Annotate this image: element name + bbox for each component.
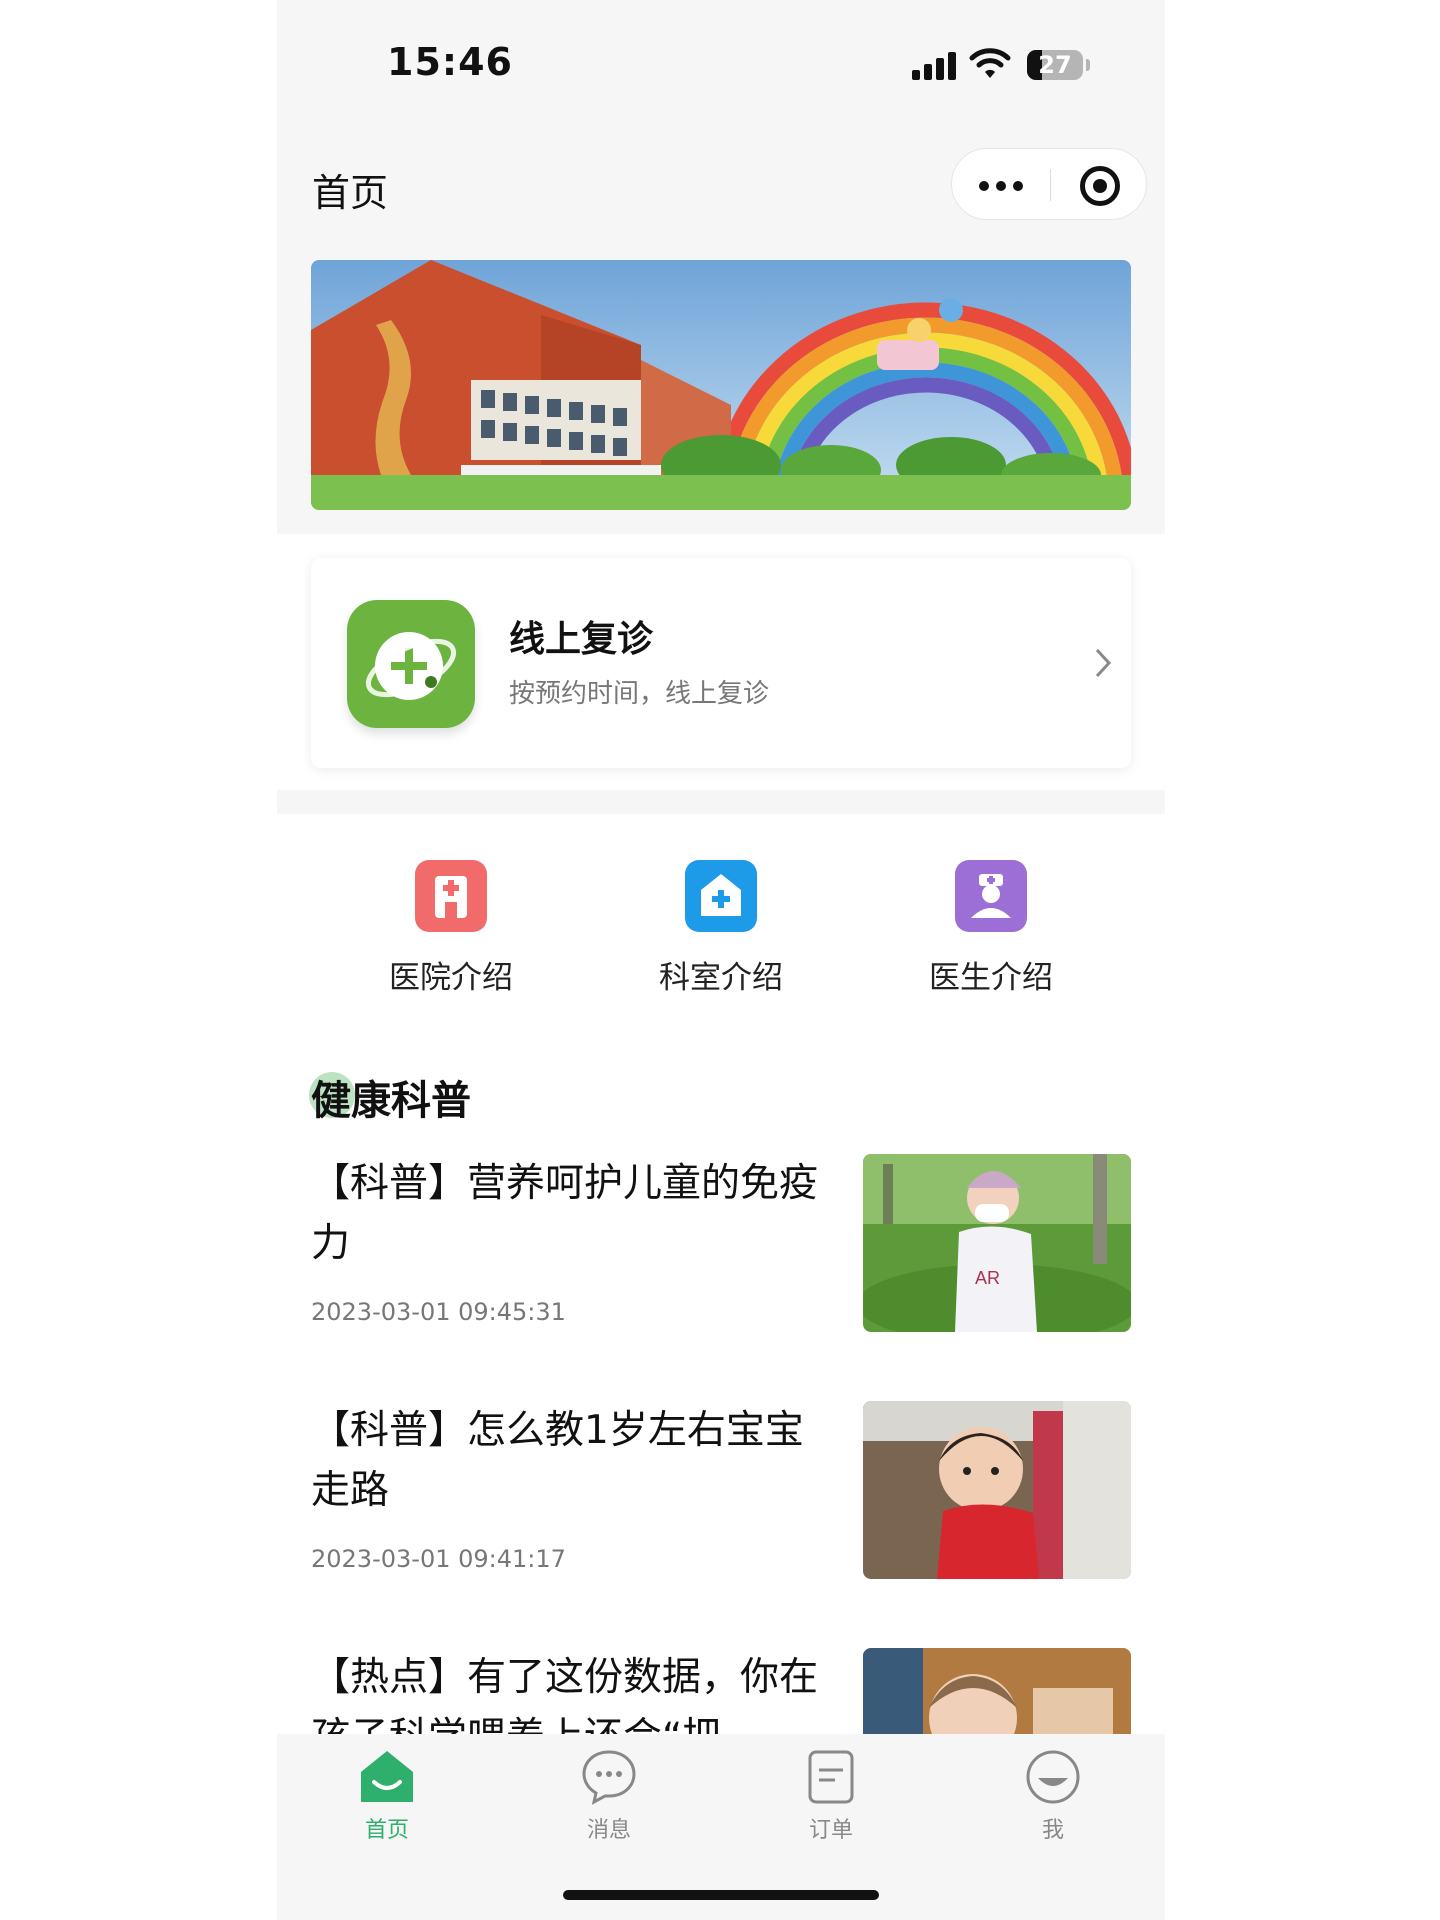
- svg-text:AR: AR: [975, 1268, 1000, 1288]
- hospital-icon: [415, 860, 487, 932]
- entry-label: 医生介绍: [929, 960, 1053, 996]
- home-indicator: [563, 1890, 879, 1900]
- chevron-right-icon: [1095, 648, 1112, 678]
- capsule-divider: [1050, 169, 1051, 201]
- wifi-icon: [969, 48, 1011, 78]
- article-thumbnail[interactable]: AR: [863, 1154, 1131, 1332]
- tab-orders[interactable]: 订单: [771, 1748, 891, 1844]
- tab-label: 消息: [586, 1818, 631, 1843]
- status-time: 15:46: [387, 40, 513, 84]
- home-icon: [358, 1748, 416, 1806]
- entry-department-intro[interactable]: 科室介绍: [621, 860, 821, 997]
- online-visit-section: 线上复诊 按预约时间，线上复诊: [277, 534, 1165, 814]
- page-title: 首页: [312, 171, 389, 215]
- entry-label: 科室介绍: [659, 960, 783, 996]
- message-icon: [580, 1748, 638, 1806]
- department-icon: [685, 860, 757, 932]
- entry-doctor-intro[interactable]: 医生介绍: [891, 860, 1091, 997]
- tab-label: 我: [1041, 1818, 1064, 1843]
- more-button[interactable]: [952, 149, 1050, 221]
- nav-header: 首页: [277, 130, 1165, 534]
- quick-entries: 医院介绍 科室介绍 医生介绍: [277, 860, 1165, 1010]
- section-divider: [277, 790, 1165, 814]
- order-icon: [802, 1748, 860, 1806]
- battery-icon: 27: [1027, 50, 1083, 80]
- section-title: 健康科普: [311, 1078, 471, 1124]
- signal-icon: [912, 50, 958, 80]
- tab-label: 订单: [808, 1818, 853, 1843]
- tab-profile[interactable]: 我: [993, 1748, 1113, 1844]
- article-thumbnail[interactable]: [863, 1401, 1131, 1579]
- entry-label: 医院介绍: [389, 960, 513, 996]
- article-title: 【科普】营养呵护儿童的免疫力: [311, 1161, 819, 1266]
- battery-level: 27: [1038, 51, 1072, 79]
- article-item[interactable]: 【科普】怎么教1岁左右宝宝走路 2023-03-01 09:41:17: [311, 1401, 1131, 1601]
- phone-screen: 15:46 27 首页 线上复诊 按预约时间，线上复诊 医院介绍 科室介绍 医生…: [277, 0, 1165, 1920]
- article-item[interactable]: 【科普】营养呵护儿童的免疫力 2023-03-01 09:45:31 AR: [311, 1154, 1131, 1354]
- close-mini-program-button[interactable]: [1080, 166, 1120, 206]
- tab-home[interactable]: 首页: [327, 1748, 447, 1844]
- tab-messages[interactable]: 消息: [549, 1748, 669, 1844]
- tab-label: 首页: [364, 1818, 409, 1843]
- online-visit-card[interactable]: 线上复诊 按预约时间，线上复诊: [311, 558, 1131, 768]
- online-visit-icon: [347, 600, 475, 728]
- article-date: 2023-03-01 09:41:17: [311, 1545, 566, 1573]
- article-date: 2023-03-01 09:45:31: [311, 1298, 566, 1326]
- battery-tip: [1086, 59, 1090, 71]
- online-visit-subtitle: 按预约时间，线上复诊: [509, 679, 770, 709]
- mini-program-capsule: [951, 148, 1147, 220]
- article-title: 【科普】怎么教1岁左右宝宝走路: [311, 1408, 804, 1513]
- online-visit-title: 线上复诊: [509, 619, 654, 660]
- hospital-banner[interactable]: [311, 260, 1131, 510]
- status-bar: 15:46 27: [277, 0, 1165, 130]
- doctor-icon: [955, 860, 1027, 932]
- profile-icon: [1024, 1748, 1082, 1806]
- entry-hospital-intro[interactable]: 医院介绍: [351, 860, 551, 997]
